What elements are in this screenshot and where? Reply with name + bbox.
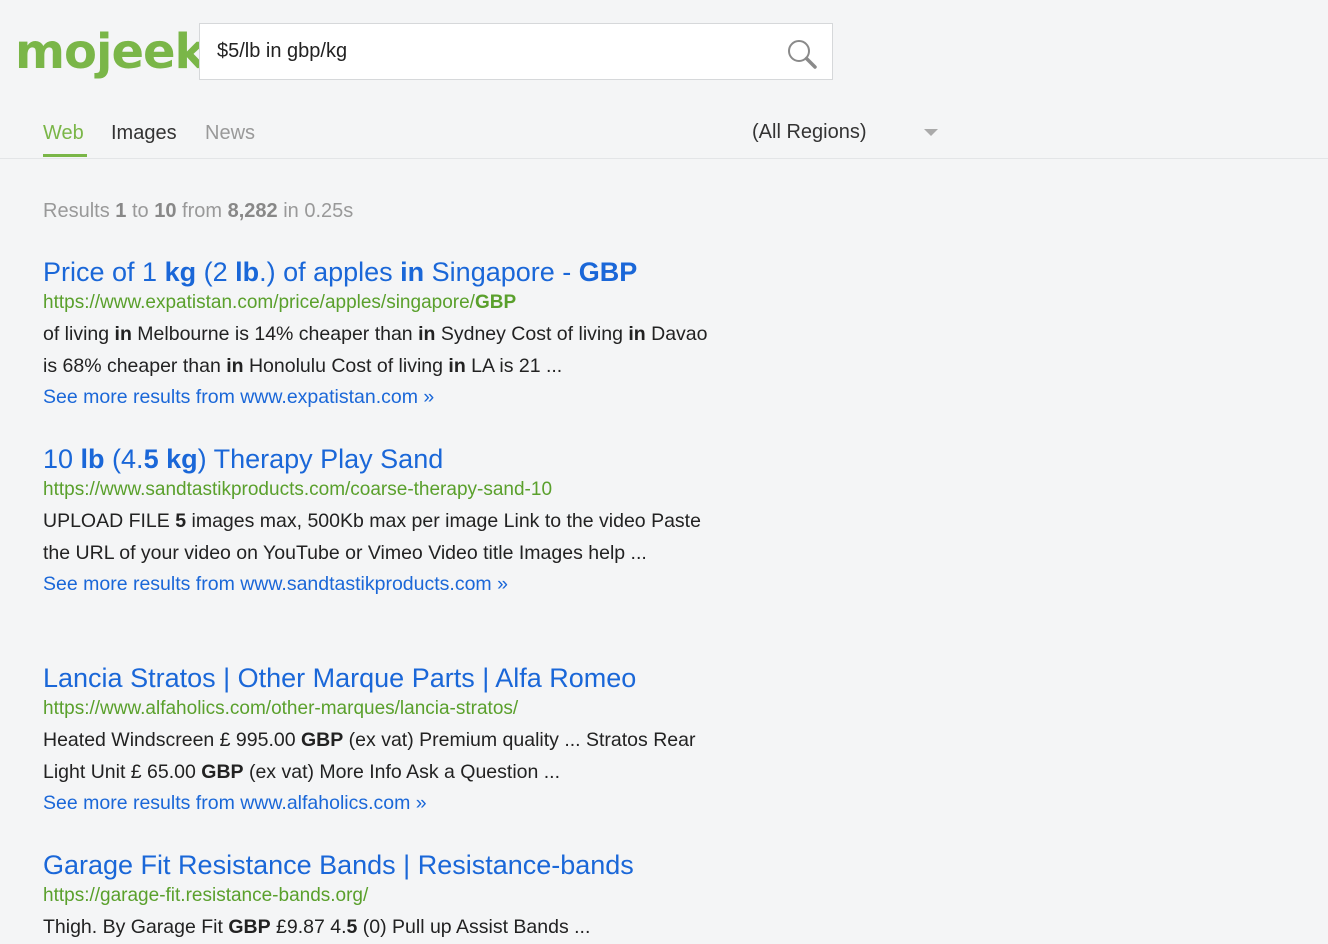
highlighted-term: lb [235,257,260,287]
search-result: Garage Fit Resistance Bands | Resistance… [43,848,723,944]
see-more-results-link[interactable]: See more results from www.expatistan.com… [43,382,723,414]
highlighted-term: GBP [301,729,344,751]
see-more-results-link[interactable]: See more results from www.alfaholics.com… [43,788,723,820]
result-url-link[interactable]: https://garage-fit.resistance-bands.org/ [43,882,723,910]
tab-web[interactable]: Web [43,122,84,145]
search-input[interactable] [217,24,767,79]
highlighted-term: 5 [346,916,358,938]
text-segment: https://www.expatistan.com/price/apples/… [43,292,475,313]
text-segment: (2 [196,257,236,287]
highlighted-term: lb [80,444,105,474]
highlighted-term: in [114,323,132,345]
text-segment: .) of apples [259,257,401,287]
search-box[interactable] [199,23,833,80]
highlighted-term: GBP [201,760,244,783]
text-segment: Price of 1 [43,257,165,287]
text-segment: Garage Fit Resistance Bands | Resistance… [43,850,634,880]
text-segment: Thigh. By Garage Fit [43,916,229,938]
text-segment: (4. [104,444,144,474]
text-segment: of living [43,323,115,345]
tab-images[interactable]: Images [111,122,177,145]
result-snippet: UPLOAD FILE 5 images max, 500Kb max per … [43,506,723,569]
text-segment: Singapore - [424,257,579,287]
highlighted-term: in [418,323,436,345]
text-segment: https://www.alfaholics.com/other-marques… [43,698,519,719]
search-result: Lancia Stratos | Other Marque Parts | Al… [43,661,723,820]
text-segment: ) Therapy Play Sand [197,444,444,474]
header: mojeek Web Images News (All Regions) [0,0,1328,159]
chevron-down-icon[interactable] [924,129,938,136]
text-segment: https://garage-fit.resistance-bands.org/ [43,885,369,906]
text-segment: £9.87 4. [270,916,347,938]
mojeek-logo[interactable]: mojeek [15,22,206,82]
highlighted-term: kg [164,257,197,287]
highlighted-term: 5 [175,510,187,532]
text-segment: (ex vat) More Info Ask a Question ... [243,760,561,783]
text-segment: https://www.sandtastikproducts.com/coars… [43,479,553,500]
text-segment: 10 [43,444,81,474]
highlighted-term: GBP [474,292,517,313]
result-snippet: Heated Windscreen £ 995.00 GBP (ex vat) … [43,725,723,788]
text-segment: (0) Pull up Assist Bands ... [357,916,591,938]
text-segment: UPLOAD FILE [43,510,176,532]
text-segment: LA is 21 ... [465,354,563,377]
highlighted-term: 5 kg [143,444,198,474]
results-count: Results 1 to 10 from 8,282 in 0.25s [43,200,354,222]
see-more-results-link[interactable]: See more results from www.sandtastikprod… [43,569,723,601]
active-tab-indicator [43,154,87,157]
tab-news[interactable]: News [205,122,255,145]
region-select[interactable]: (All Regions) [752,121,866,144]
highlighted-term: in [628,323,646,345]
search-result: Price of 1 kg (2 lb.) of apples in Singa… [43,255,723,414]
result-title-link[interactable]: Price of 1 kg (2 lb.) of apples in Singa… [43,255,723,289]
highlighted-term: in [448,354,466,377]
result-title-link[interactable]: Garage Fit Resistance Bands | Resistance… [43,848,723,882]
highlighted-term: GBP [578,257,638,287]
text-segment: Heated Windscreen £ 995.00 [43,729,301,751]
result-url-link[interactable]: https://www.expatistan.com/price/apples/… [43,289,723,317]
text-segment: Honolulu Cost of living [243,354,449,377]
search-icon[interactable] [786,38,818,70]
result-title-link[interactable]: 10 lb (4.5 kg) Therapy Play Sand [43,442,723,476]
result-snippet: Thigh. By Garage Fit GBP £9.87 4.5 (0) P… [43,912,723,944]
highlighted-term: GBP [228,916,271,938]
text-segment: Sydney Cost of living [435,323,629,345]
text-segment: Melbourne is 14% cheaper than [131,323,419,345]
search-result: 10 lb (4.5 kg) Therapy Play Sand https:/… [43,442,723,601]
result-title-link[interactable]: Lancia Stratos | Other Marque Parts | Al… [43,661,723,695]
result-url-link[interactable]: https://www.alfaholics.com/other-marques… [43,695,723,723]
result-url-link[interactable]: https://www.sandtastikproducts.com/coars… [43,476,723,504]
highlighted-term: in [400,257,425,287]
text-segment: Lancia Stratos | Other Marque Parts | Al… [43,663,637,693]
highlighted-term: in [226,354,244,377]
result-snippet: of living in Melbourne is 14% cheaper th… [43,319,723,382]
